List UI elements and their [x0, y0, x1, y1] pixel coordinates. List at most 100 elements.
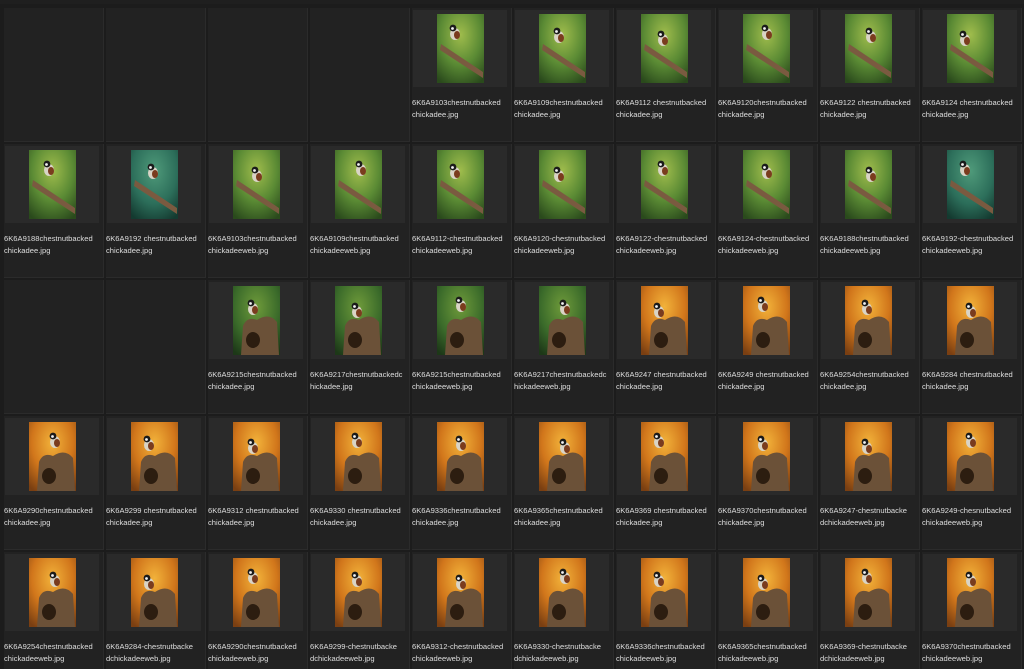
file-name[interactable]: 6K6A9109chestnutbacked chickadeeweb.jpg — [310, 233, 412, 257]
file-name[interactable]: 6K6A9192-chestnutbacked chickadeeweb.jpg — [922, 233, 1024, 257]
photo-thumbnail[interactable] — [743, 14, 790, 83]
thumbnail-frame[interactable] — [413, 282, 507, 359]
photo-thumbnail[interactable] — [641, 422, 688, 491]
photo-thumbnail[interactable] — [29, 150, 76, 219]
file-name[interactable]: 6K6A9215chestnutbacked chickadee.jpg — [208, 369, 310, 393]
file-item[interactable]: 6K6A9330-chestnutbacke dchickadeeweb.jpg — [514, 552, 614, 669]
file-item[interactable]: 6K6A9254chestnutbacked chickadee.jpg — [820, 280, 920, 414]
file-name[interactable]: 6K6A9188chestnutbacked chickadeeweb.jpg — [820, 233, 922, 257]
file-item[interactable]: 6K6A9192-chestnutbacked chickadeeweb.jpg — [922, 144, 1022, 278]
photo-thumbnail[interactable] — [335, 558, 382, 627]
photo-thumbnail[interactable] — [233, 286, 280, 355]
file-item[interactable]: 6K6A9120chestnutbacked chickadee.jpg — [718, 8, 818, 142]
file-item[interactable]: 6K6A9370chestnutbacked chickadee.jpg — [718, 416, 818, 550]
photo-thumbnail[interactable] — [29, 558, 76, 627]
file-item[interactable]: 6K6A9103chestnutbacked chickadee.jpg — [412, 8, 512, 142]
photo-thumbnail[interactable] — [947, 150, 994, 219]
file-name[interactable]: 6K6A9103chestnutbacked chickadee.jpg — [412, 97, 514, 121]
photo-thumbnail[interactable] — [335, 422, 382, 491]
thumbnail-frame[interactable] — [617, 10, 711, 87]
photo-thumbnail[interactable] — [437, 558, 484, 627]
file-item[interactable]: 6K6A9290chestnutbacked chickadeeweb.jpg — [208, 552, 308, 669]
photo-thumbnail[interactable] — [131, 422, 178, 491]
thumbnail-frame[interactable] — [821, 554, 915, 631]
file-item[interactable]: 6K6A9369 chestnutbacked chickadee.jpg — [616, 416, 716, 550]
thumbnail-frame[interactable] — [515, 146, 609, 223]
file-name[interactable]: 6K6A9370chestnutbacked chickadee.jpg — [718, 505, 820, 529]
thumbnail-frame[interactable] — [311, 418, 405, 495]
photo-thumbnail[interactable] — [437, 14, 484, 83]
file-item[interactable]: 6K6A9330 chestnutbacked chickadee.jpg — [310, 416, 410, 550]
photo-thumbnail[interactable] — [947, 558, 994, 627]
file-name[interactable]: 6K6A9365chestnutbacked chickadee.jpg — [514, 505, 616, 529]
thumbnail-frame[interactable] — [515, 554, 609, 631]
file-name[interactable]: 6K6A9120chestnutbacked chickadee.jpg — [718, 97, 820, 121]
thumbnail-frame[interactable] — [719, 554, 813, 631]
file-item[interactable]: 6K6A9247 chestnutbacked chickadee.jpg — [616, 280, 716, 414]
thumbnail-frame[interactable] — [107, 554, 201, 631]
file-item[interactable]: 6K6A9109chestnutbacked chickadee.jpg — [514, 8, 614, 142]
thumbnail-frame[interactable] — [923, 146, 1017, 223]
thumbnail-frame[interactable] — [821, 282, 915, 359]
photo-thumbnail[interactable] — [641, 286, 688, 355]
thumbnail-frame[interactable] — [209, 146, 303, 223]
thumbnail-frame[interactable] — [821, 146, 915, 223]
thumbnail-frame[interactable] — [821, 10, 915, 87]
photo-thumbnail[interactable] — [335, 286, 382, 355]
file-item[interactable]: 6K6A9120-chestnutbacked chickadeeweb.jpg — [514, 144, 614, 278]
file-item[interactable]: 6K6A9124-chestnutbacked chickadeeweb.jpg — [718, 144, 818, 278]
file-item[interactable]: 6K6A9112-chestnutbacked chickadeeweb.jpg — [412, 144, 512, 278]
thumbnail-frame[interactable] — [719, 282, 813, 359]
photo-thumbnail[interactable] — [845, 286, 892, 355]
file-name[interactable]: 6K6A9112-chestnutbacked chickadeeweb.jpg — [412, 233, 514, 257]
file-item[interactable]: 6K6A9249-chesnutbacked chickadeeweb.jpg — [922, 416, 1022, 550]
thumbnail-frame[interactable] — [515, 282, 609, 359]
file-name[interactable]: 6K6A9290chestnutbacked chickadeeweb.jpg — [208, 641, 310, 665]
file-item[interactable]: 6K6A9192 chestnutbacked chickadee.jpg — [106, 144, 206, 278]
photo-thumbnail[interactable] — [641, 14, 688, 83]
photo-thumbnail[interactable] — [947, 286, 994, 355]
file-name[interactable]: 6K6A9284-chestnutbacke dchickadeeweb.jpg — [106, 641, 208, 665]
file-item[interactable]: 6K6A9112 chestnutbacked chickadee.jpg — [616, 8, 716, 142]
file-name[interactable]: 6K6A9192 chestnutbacked chickadee.jpg — [106, 233, 208, 257]
file-name[interactable]: 6K6A9336chestnutbacked chickadee.jpg — [412, 505, 514, 529]
file-name[interactable]: 6K6A9312-chestnutbacked chickadeeweb.jpg — [412, 641, 514, 665]
thumbnail-frame[interactable] — [413, 554, 507, 631]
file-name[interactable]: 6K6A9330-chestnutbacke dchickadeeweb.jpg — [514, 641, 616, 665]
file-item[interactable]: 6K6A9254chestnutbacked chickadeeweb.jpg — [4, 552, 104, 669]
thumbnail-frame[interactable] — [617, 554, 711, 631]
photo-thumbnail[interactable] — [539, 150, 586, 219]
thumbnail-frame[interactable] — [923, 554, 1017, 631]
thumbnail-frame[interactable] — [923, 418, 1017, 495]
file-item[interactable]: 6K6A9124 chestnutbacked chickadee.jpg — [922, 8, 1022, 142]
photo-thumbnail[interactable] — [743, 558, 790, 627]
photo-thumbnail[interactable] — [845, 150, 892, 219]
photo-thumbnail[interactable] — [641, 150, 688, 219]
thumbnail-frame[interactable] — [719, 146, 813, 223]
file-item[interactable]: 6K6A9103chestnutbacked chickadeeweb.jpg — [208, 144, 308, 278]
thumbnail-frame[interactable] — [311, 554, 405, 631]
photo-thumbnail[interactable] — [131, 558, 178, 627]
file-name[interactable]: 6K6A9369-chestnutbacke dchickadeeweb.jpg — [820, 641, 922, 665]
photo-thumbnail[interactable] — [233, 422, 280, 491]
file-name[interactable]: 6K6A9112 chestnutbacked chickadee.jpg — [616, 97, 718, 121]
file-item[interactable]: 6K6A9122 chestnutbacked chickadee.jpg — [820, 8, 920, 142]
file-name[interactable]: 6K6A9365chestnutbacked chickadeeweb.jpg — [718, 641, 820, 665]
thumbnail-frame[interactable] — [209, 418, 303, 495]
photo-thumbnail[interactable] — [947, 422, 994, 491]
file-item[interactable]: 6K6A9215chestnutbacked chickadeeweb.jpg — [412, 280, 512, 414]
thumbnail-frame[interactable] — [5, 554, 99, 631]
file-item[interactable]: 6K6A9188chestnutbacked chickadee.jpg — [4, 144, 104, 278]
file-item[interactable]: 6K6A9217chestnutbackedc hickadee.jpg — [310, 280, 410, 414]
file-item[interactable]: 6K6A9370chestnutbacked chickadeeweb.jpg — [922, 552, 1022, 669]
file-item[interactable]: 6K6A9299 chestnutbacked chickadee.jpg — [106, 416, 206, 550]
file-item[interactable]: 6K6A9312 chestnutbacked chickadee.jpg — [208, 416, 308, 550]
thumbnail-frame[interactable] — [5, 418, 99, 495]
file-name[interactable]: 6K6A9120-chestnutbacked chickadeeweb.jpg — [514, 233, 616, 257]
thumbnail-frame[interactable] — [107, 418, 201, 495]
photo-thumbnail[interactable] — [335, 150, 382, 219]
thumbnail-frame[interactable] — [515, 418, 609, 495]
file-name[interactable]: 6K6A9249-chesnutbacked chickadeeweb.jpg — [922, 505, 1024, 529]
file-item[interactable]: 6K6A9290chestnutbacked chickadee.jpg — [4, 416, 104, 550]
file-item[interactable]: 6K6A9215chestnutbacked chickadee.jpg — [208, 280, 308, 414]
